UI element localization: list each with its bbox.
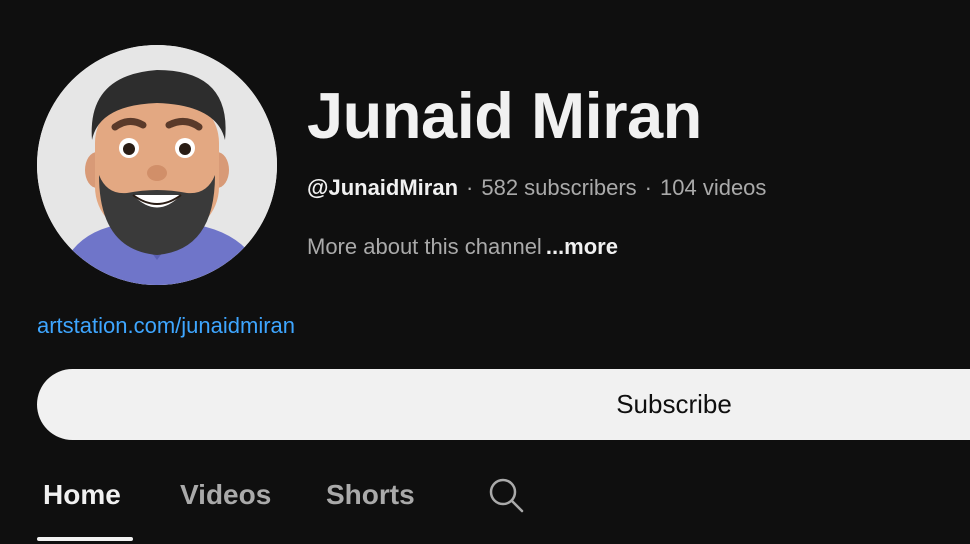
active-tab-indicator xyxy=(37,537,133,541)
channel-link[interactable]: artstation.com/junaidmiran xyxy=(37,313,295,339)
about-text: More about this channel xyxy=(307,234,542,259)
tab-shorts[interactable]: Shorts xyxy=(326,478,415,512)
more-link[interactable]: ...more xyxy=(546,234,618,259)
search-icon xyxy=(489,478,524,513)
meta-separator: · xyxy=(644,175,652,200)
tab-home[interactable]: Home xyxy=(43,478,121,512)
subscribe-label: Subscribe xyxy=(616,389,732,419)
search-tab[interactable] xyxy=(486,475,526,515)
channel-meta: @JunaidMiran · 582 subscribers · 104 videos xyxy=(307,175,766,201)
channel-avatar[interactable] xyxy=(37,45,277,285)
subscriber-count: 582 subscribers xyxy=(481,175,637,200)
channel-name: Junaid Miran xyxy=(307,79,702,152)
subscribe-button[interactable]: Subscribe xyxy=(37,369,970,440)
tab-videos[interactable]: Videos xyxy=(180,478,271,512)
channel-tabs: Home Videos Shorts xyxy=(0,470,970,544)
channel-about[interactable]: More about this channel ...more xyxy=(307,234,618,260)
channel-page: Junaid Miran @JunaidMiran · 582 subscriber… xyxy=(0,0,970,544)
avatar-image xyxy=(37,45,277,285)
channel-handle: @JunaidMiran xyxy=(307,175,459,200)
video-count: 104 videos xyxy=(660,175,767,200)
meta-separator: · xyxy=(466,175,474,200)
